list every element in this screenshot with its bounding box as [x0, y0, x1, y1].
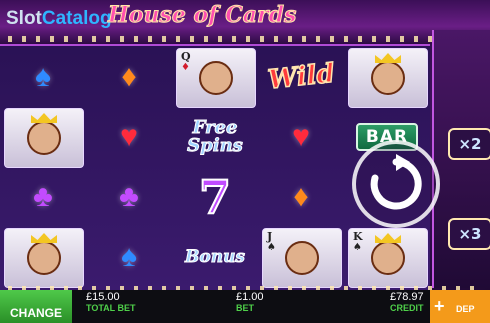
- marquee-lights-top: [8, 36, 482, 42]
- free-spins-text-2: Spins: [187, 135, 244, 156]
- symbol-club: ♣: [4, 168, 82, 226]
- bet-display[interactable]: £1.00 BET: [236, 292, 264, 314]
- symbol-heart: ♥: [262, 108, 340, 166]
- total-bet-value: £15.00: [86, 291, 120, 303]
- reel-3: Q ♦ Free Spins 7 Bonus: [172, 46, 258, 290]
- bet-label: BET: [236, 303, 254, 313]
- credit-label: CREDIT: [390, 303, 424, 313]
- multiplier-x3: ×3: [448, 218, 490, 250]
- symbol-king: [4, 228, 84, 288]
- crown-icon: [31, 113, 57, 123]
- heart-icon: ♥: [120, 120, 138, 153]
- symbol-seven: 7: [176, 168, 254, 226]
- seven-text: 7: [198, 170, 232, 224]
- total-bet-display: £15.00 TOTAL BET: [86, 292, 136, 314]
- diamond-icon: ♦: [121, 60, 137, 93]
- card-index: Q ♦: [181, 51, 191, 73]
- club-icon: ♣: [119, 180, 139, 213]
- multiplier-panel: ×2 ×3: [432, 30, 490, 288]
- symbol-queen: [348, 48, 428, 108]
- reel-4: Wild ♥ ♦ J ♠: [258, 46, 344, 290]
- watermark: SlotCatalog: [6, 8, 112, 30]
- spade-icon: ♠: [35, 60, 51, 93]
- bet-value: £1.00: [236, 291, 264, 303]
- bottom-bar: CHANGE £15.00 TOTAL BET £1.00 BET £78.97…: [0, 290, 490, 323]
- plus-icon: +: [434, 296, 445, 316]
- queen-face-icon: [27, 113, 61, 155]
- bonus-text: Bonus: [185, 247, 246, 268]
- crown-icon: [31, 233, 57, 243]
- credit-display: £78.97 CREDIT: [390, 292, 424, 314]
- crown-icon: [375, 53, 401, 63]
- symbol-queen: [4, 108, 84, 168]
- spade-icon: ♠: [121, 240, 137, 273]
- symbol-jack-card: J ♠: [262, 228, 342, 288]
- credit-value: £78.97: [390, 291, 424, 303]
- symbol-spade: ♠: [4, 48, 82, 106]
- spin-button[interactable]: [352, 140, 440, 228]
- game-stage: SlotCatalog House of Cards ♠ ♣ ♦ ♥ ♣ ♠ Q…: [0, 0, 490, 323]
- symbol-diamond: ♦: [90, 48, 168, 106]
- spade-icon: ♠: [267, 242, 276, 253]
- king-face-icon: [27, 233, 61, 275]
- card-index: K ♠: [353, 231, 363, 253]
- symbol-bonus: Bonus: [176, 228, 254, 286]
- watermark-part1: Slot: [6, 8, 42, 29]
- symbol-free-spins: Free Spins: [176, 108, 254, 166]
- deposit-label: DEP: [456, 304, 475, 314]
- reel-1: ♠ ♣: [0, 46, 86, 290]
- game-title: House of Cards: [107, 2, 297, 29]
- heart-icon: ♥: [292, 120, 310, 153]
- diamond-icon: ♦: [293, 180, 309, 213]
- diamond-icon: ♦: [181, 62, 190, 73]
- king-face-icon: [371, 233, 405, 275]
- card-index: J ♠: [267, 231, 276, 253]
- total-bet-label: TOTAL BET: [86, 303, 136, 313]
- symbol-king-card: K ♠: [348, 228, 428, 288]
- symbol-heart: ♥: [90, 108, 168, 166]
- club-icon: ♣: [33, 180, 53, 213]
- watermark-part2: Catalog: [41, 8, 112, 29]
- queen-face-icon: [371, 53, 405, 95]
- reel-2: ♦ ♥ ♣ ♠: [86, 46, 172, 290]
- symbol-club: ♣: [90, 168, 168, 226]
- queen-face-icon: [199, 61, 233, 95]
- deposit-button[interactable]: + DEP: [430, 290, 490, 323]
- symbol-diamond: ♦: [262, 168, 340, 226]
- symbol-wild: Wild: [262, 48, 340, 106]
- crown-icon: [375, 233, 401, 243]
- multiplier-x2: ×2: [448, 128, 490, 160]
- change-button[interactable]: CHANGE: [0, 290, 72, 323]
- jack-face-icon: [285, 241, 319, 275]
- wild-text: Wild: [266, 58, 337, 96]
- symbol-spade: ♠: [90, 228, 168, 286]
- spade-icon: ♠: [353, 242, 362, 253]
- refresh-arrow-icon: [370, 154, 422, 210]
- symbol-queen-card: Q ♦: [176, 48, 256, 108]
